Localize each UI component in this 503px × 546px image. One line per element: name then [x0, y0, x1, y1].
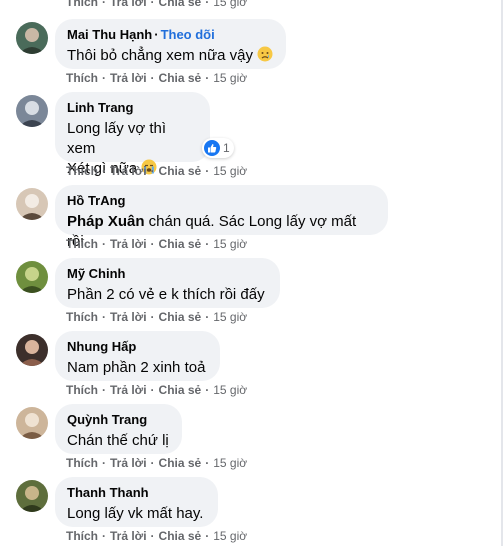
comment-bubble: Mai Thu Hạnh · Theo dõi Thôi bỏ chẳng xem …	[55, 19, 286, 69]
reply-link[interactable]: Trả lời	[110, 529, 147, 543]
comment-time[interactable]: 15 giờ	[213, 71, 247, 85]
share-link[interactable]: Chia sẻ	[159, 0, 202, 9]
reply-link[interactable]: Trả lời	[110, 0, 147, 9]
like-link[interactable]: Thích	[66, 0, 98, 9]
comment-bubble: Mỹ Chinh Phần 2 có vẻ e k thích rồi đấy	[55, 258, 280, 308]
like-link[interactable]: Thích	[66, 71, 98, 85]
mention-link[interactable]: Pháp Xuân	[67, 213, 145, 230]
avatar[interactable]	[16, 480, 48, 512]
like-link[interactable]: Thích	[66, 310, 98, 324]
comment-author[interactable]: Linh Trang	[67, 100, 198, 116]
comment-text: Long lấy vk mất hay.	[67, 505, 204, 522]
like-link[interactable]: Thích	[66, 237, 98, 251]
like-reaction-icon	[204, 140, 220, 156]
comment-actions: Thích · Trả lời · Chia sẻ · 15 giờ	[66, 529, 248, 543]
comment-bubble: Nhung Hấp Nam phần 2 xinh toả	[55, 331, 220, 381]
follow-button[interactable]: Theo dõi	[161, 27, 215, 42]
like-link[interactable]: Thích	[66, 383, 98, 397]
share-link[interactable]: Chia sẻ	[159, 310, 202, 324]
like-link[interactable]: Thích	[66, 529, 98, 543]
avatar[interactable]	[16, 95, 48, 127]
comment-actions: Thích · Trả lời · Chia sẻ · 15 giờ	[66, 383, 248, 397]
comment-actions: Thích · Trả lời · Chia sẻ · 15 giờ	[66, 164, 248, 178]
like-link[interactable]: Thích	[66, 164, 98, 178]
crying-face-icon	[257, 46, 273, 62]
share-link[interactable]: Chia sẻ	[159, 456, 202, 470]
reaction-summary[interactable]: 1	[202, 138, 234, 158]
comment-bubble: Hồ TrAng Pháp Xuân chán quá. Sác Long lấ…	[55, 185, 388, 250]
reply-link[interactable]: Trả lời	[110, 71, 147, 85]
comment-actions: Thích · Trả lời · Chia sẻ · 15 giờ	[66, 456, 248, 470]
comment-actions: Thích · Trả lời · Chia sẻ · 15 giờ	[66, 71, 248, 85]
avatar-image	[16, 95, 48, 127]
comment-author[interactable]: Thanh Thanh	[67, 485, 206, 501]
avatar-image	[16, 22, 48, 54]
reaction-count: 1	[223, 141, 230, 155]
avatar-image	[16, 188, 48, 220]
like-link[interactable]: Thích	[66, 456, 98, 470]
avatar-image	[16, 261, 48, 293]
share-link[interactable]: Chia sẻ	[159, 237, 202, 251]
comment-text: Phần 2 có vẻ e k thích rồi đấy	[67, 286, 265, 303]
avatar-image	[16, 480, 48, 512]
comment-bubble: Linh Trang Long lấy vợ thì xem Xét gì nữa	[55, 92, 210, 177]
avatar-image	[16, 334, 48, 366]
avatar-image	[16, 407, 48, 439]
previous-comment-actions: Thích · Trả lời · Chia sẻ · 15 giờ	[66, 0, 247, 10]
comment-time[interactable]: 15 giờ	[213, 383, 247, 397]
avatar[interactable]	[16, 407, 48, 439]
reply-link[interactable]: Trả lời	[110, 383, 147, 397]
comment-author[interactable]: Mỹ Chinh	[67, 266, 268, 282]
avatar[interactable]	[16, 261, 48, 293]
reply-link[interactable]: Trả lời	[110, 310, 147, 324]
comment-text: Chán thế chứ lị	[67, 432, 169, 449]
share-link[interactable]: Chia sẻ	[159, 71, 202, 85]
comment-author[interactable]: Hồ TrAng	[67, 193, 376, 209]
comment-actions: Thích · Trả lời · Chia sẻ · 15 giờ	[66, 237, 248, 251]
reply-link[interactable]: Trả lời	[110, 164, 147, 178]
avatar[interactable]	[16, 334, 48, 366]
comment-actions: Thích · Trả lời · Chia sẻ · 15 giờ	[66, 310, 248, 324]
reply-link[interactable]: Trả lời	[110, 237, 147, 251]
avatar[interactable]	[16, 188, 48, 220]
comment-author[interactable]: Quỳnh Trang	[67, 412, 170, 428]
comment-text: Nam phần 2 xinh toả	[67, 359, 206, 376]
reply-link[interactable]: Trả lời	[110, 456, 147, 470]
avatar[interactable]	[16, 22, 48, 54]
comment-time[interactable]: 15 giờ	[213, 0, 247, 9]
comment-bubble: Quỳnh Trang Chán thế chứ lị	[55, 404, 182, 454]
comment-bubble: Thanh Thanh Long lấy vk mất hay.	[55, 477, 218, 527]
comment-author[interactable]: Mai Thu Hạnh	[67, 27, 152, 42]
comment-author[interactable]: Nhung Hấp	[67, 339, 208, 355]
share-link[interactable]: Chia sẻ	[159, 529, 202, 543]
comment-time[interactable]: 15 giờ	[213, 310, 247, 324]
comment-text: Thôi bỏ chẳng xem nữa vậy	[67, 46, 274, 66]
share-link[interactable]: Chia sẻ	[159, 383, 202, 397]
comment-time[interactable]: 15 giờ	[213, 237, 247, 251]
share-link[interactable]: Chia sẻ	[159, 164, 202, 178]
comment-time[interactable]: 15 giờ	[213, 456, 247, 470]
comment-time[interactable]: 15 giờ	[213, 164, 247, 178]
comment-time[interactable]: 15 giờ	[213, 529, 247, 543]
